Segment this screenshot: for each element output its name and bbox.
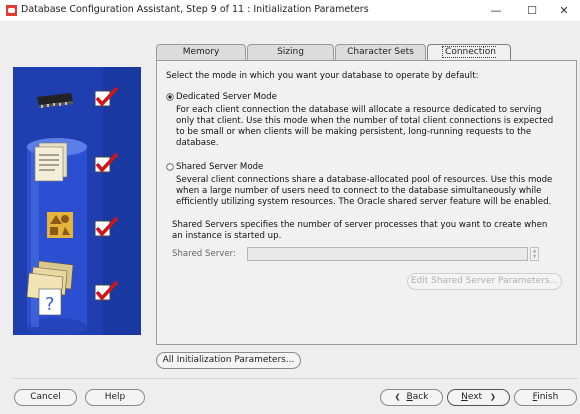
- document-stack-icon: [34, 142, 68, 182]
- dedicated-server-radio[interactable]: [166, 93, 174, 101]
- next-button[interactable]: Next ❯: [447, 389, 510, 406]
- memory-chip-icon: [37, 93, 73, 108]
- minimize-icon: —: [490, 4, 502, 17]
- maximize-icon: ☐: [527, 4, 537, 17]
- shared-server-label[interactable]: Shared Server Mode: [176, 162, 263, 173]
- back-button[interactable]: ❮ Back: [380, 389, 443, 406]
- tab-memory[interactable]: Memory: [156, 44, 246, 60]
- window-title: Database Configuration Assistant, Step 9…: [21, 4, 369, 15]
- dedicated-desc-line: to be small or when clients will be maki…: [176, 127, 532, 137]
- edit-shared-server-parameters-button[interactable]: Edit Shared Server Parameters...: [407, 273, 562, 290]
- shared-server-field-label: Shared Server:: [172, 249, 236, 259]
- checkmark-icon: [95, 217, 119, 237]
- shared-server-spinner[interactable]: ▲ ▼: [530, 247, 539, 261]
- tab-label: Character Sets: [347, 47, 414, 57]
- mode-prompt: Select the mode in which you want your d…: [166, 71, 479, 81]
- finish-label: inish: [537, 392, 559, 402]
- maximize-button[interactable]: ☐: [516, 0, 548, 21]
- dedicated-desc-line: For each client connection the database …: [176, 105, 542, 115]
- back-label: ack: [412, 392, 429, 402]
- tab-sizing[interactable]: Sizing: [247, 44, 334, 60]
- connection-mode-panel: Select the mode in which you want your d…: [156, 60, 577, 345]
- oracle-app-icon: [6, 5, 17, 16]
- next-mnemonic: N: [461, 392, 468, 402]
- tab-label: Sizing: [277, 47, 304, 57]
- finish-button[interactable]: Finish: [514, 389, 577, 406]
- close-button[interactable]: ✕: [548, 0, 580, 21]
- checkmark-icon: [95, 87, 119, 107]
- next-arrow-icon: ❯: [490, 393, 496, 401]
- svg-text:?: ?: [45, 294, 55, 315]
- tab-character-sets[interactable]: Character Sets: [335, 44, 426, 60]
- shared-desc-line: efficiently utilizing system resources. …: [176, 197, 552, 207]
- cancel-button[interactable]: Cancel: [14, 389, 77, 406]
- shared-server-radio[interactable]: [166, 163, 174, 171]
- shared-servers-desc-line: an instance is started up.: [172, 231, 282, 241]
- wizard-illustration: ?: [13, 67, 141, 335]
- shared-desc-line: when a large number of users need to con…: [176, 186, 542, 196]
- footer-separator: [13, 378, 577, 379]
- shared-servers-desc-line: Shared Servers specifies the number of s…: [172, 220, 548, 230]
- checkmark-icon: [95, 153, 119, 173]
- tab-label: Memory: [182, 47, 220, 57]
- back-arrow-icon: ❮: [394, 393, 401, 401]
- shared-desc-line: Several client connections share a datab…: [176, 175, 553, 185]
- dedicated-desc-line: database.: [176, 138, 219, 148]
- next-label: ext: [467, 392, 483, 402]
- dedicated-server-label[interactable]: Dedicated Server Mode: [176, 92, 277, 103]
- folder-stack-icon: ?: [26, 260, 74, 316]
- title-bar: Database Configuration Assistant, Step 9…: [0, 0, 580, 21]
- spin-down-icon[interactable]: ▼: [531, 254, 538, 260]
- help-button[interactable]: Help: [85, 389, 145, 406]
- shared-server-input[interactable]: [247, 247, 528, 261]
- close-icon: ✕: [559, 4, 569, 17]
- shapes-icon: [47, 212, 73, 238]
- minimize-button[interactable]: —: [480, 0, 512, 21]
- checkmark-icon: [95, 281, 119, 301]
- all-initialization-parameters-button[interactable]: All Initialization Parameters...: [156, 352, 301, 369]
- dedicated-desc-line: only that client. Use this mode when the…: [176, 116, 554, 126]
- tab-connection-mode[interactable]: Connection Mode: [427, 44, 511, 73]
